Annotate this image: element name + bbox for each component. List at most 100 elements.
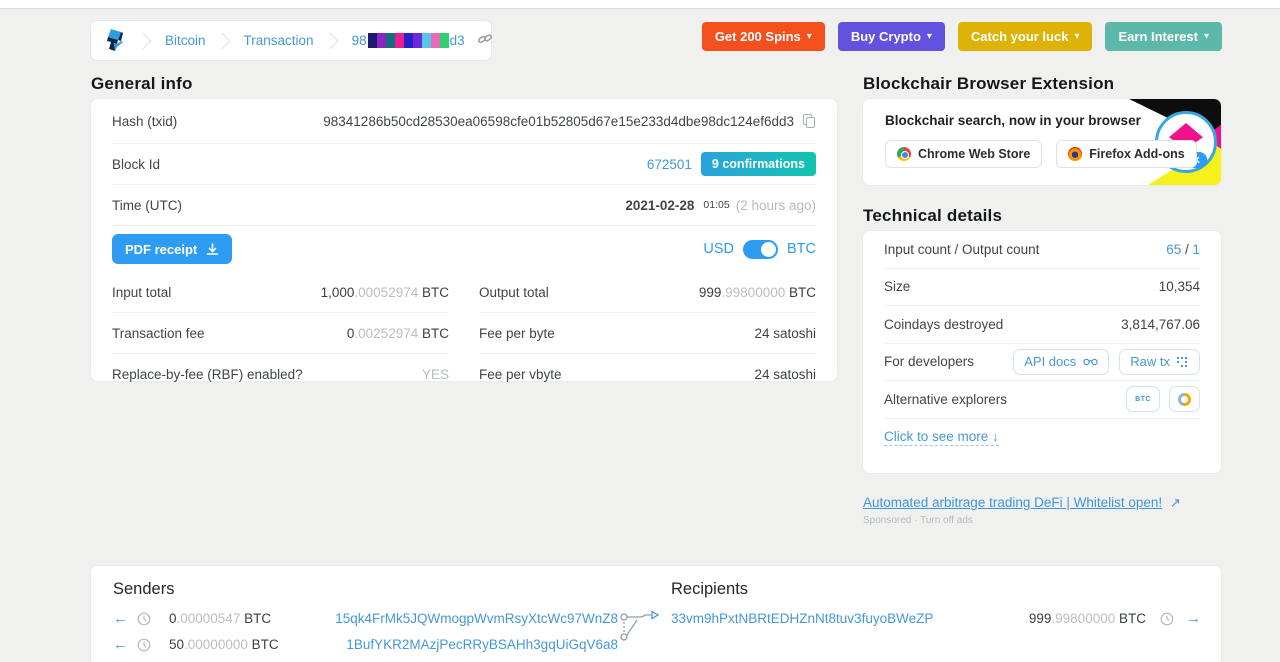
currency-btc-label: BTC <box>787 241 816 257</box>
output-total-value: 999.99800000 BTC <box>698 284 816 300</box>
general-info-left-column: Input total 1,000.00052974 BTC Transacti… <box>112 272 449 395</box>
dots-grid-icon <box>1177 356 1187 367</box>
download-icon <box>206 242 219 255</box>
time-ago: (2 hours ago) <box>735 197 816 213</box>
senders-title: Senders <box>113 580 175 598</box>
buy-crypto-button[interactable]: Buy Crypto ▾ <box>837 22 945 51</box>
clock-icon[interactable] <box>137 638 151 652</box>
caret-down-icon: ▾ <box>1203 31 1209 42</box>
transaction-graph-icon[interactable] <box>619 608 661 647</box>
currency-toggle[interactable] <box>743 239 778 259</box>
coindays-label: Coindays destroyed <box>884 316 1004 332</box>
caret-down-icon: ▾ <box>806 31 812 42</box>
transaction-fee-label: Transaction fee <box>112 325 205 341</box>
blockchain-explorer-button[interactable] <box>1169 386 1200 413</box>
general-info-title: General info <box>91 74 193 93</box>
recipients-title: Recipients <box>671 580 749 598</box>
input-total-label: Input total <box>112 284 172 300</box>
rbf-label: Replace-by-fee (RBF) enabled? <box>112 367 303 382</box>
buy-crypto-label: Buy Crypto <box>850 29 921 44</box>
sender-row: ← 50.00000000 BTC 1BufYKR2MAzjPecRRyBSAH… <box>113 636 618 653</box>
fee-per-vbyte-value: 24 satoshi <box>754 367 816 382</box>
input-total-value: 1,000.00052974 BTC <box>320 284 449 300</box>
raw-tx-label: Raw tx <box>1130 354 1170 370</box>
rbf-value: YES <box>421 367 449 382</box>
extension-card: 23,6k Blockchair search, now in your bro… <box>862 98 1222 186</box>
clock-icon[interactable] <box>137 612 151 626</box>
blockchair-logo[interactable] <box>105 28 127 54</box>
earn-interest-label: Earn Interest <box>1118 29 1198 44</box>
btc-explorer-icon: BTC <box>1135 395 1151 403</box>
extension-tagline: Blockchair search, now in your browser <box>885 113 1141 128</box>
pdf-receipt-label: PDF receipt <box>125 241 198 257</box>
currency-usd-label: USD <box>703 241 734 257</box>
chevron-separator-icon <box>213 32 231 49</box>
chrome-web-store-button[interactable]: Chrome Web Store <box>885 140 1043 168</box>
recipient-amount: 999.99800000 BTC <box>1028 611 1146 626</box>
block-id-link[interactable]: 672501 <box>647 157 692 172</box>
outgoing-arrow-icon[interactable]: → <box>1186 610 1201 627</box>
breadcrumb: Bitcoin Transaction 98 d3 <box>90 20 492 61</box>
blockchain-explorer-icon <box>1178 392 1191 406</box>
firefox-addons-button[interactable]: Firefox Add-ons <box>1056 140 1197 168</box>
time-date: 2021-02-28 <box>625 197 695 213</box>
sender-row: ← 0.00000547 BTC 15qk4FrMk5JQWmogpWvmRsy… <box>113 610 618 627</box>
time-clock: 01:05 <box>703 199 730 211</box>
size-label: Size <box>884 279 911 295</box>
clock-icon[interactable] <box>1160 612 1174 626</box>
copy-icon[interactable] <box>803 113 816 129</box>
technical-details-card: Input count / Output count 65 / 1 Size 1… <box>862 230 1222 474</box>
caret-down-icon: ▾ <box>926 31 932 42</box>
top-strip <box>0 0 1280 9</box>
output-total-label: Output total <box>479 284 549 300</box>
extension-title: Blockchair Browser Extension <box>863 74 1115 93</box>
input-count-link[interactable]: 65 <box>1166 242 1181 257</box>
get-spins-button[interactable]: Get 200 Spins ▾ <box>701 22 825 51</box>
caret-down-icon: ▾ <box>1074 31 1080 42</box>
incoming-arrow-icon[interactable]: ← <box>113 610 131 627</box>
blockchair-logo-icon <box>107 28 123 51</box>
fee-per-byte-label: Fee per byte <box>479 325 555 341</box>
sender-amount: 0.00000547 BTC <box>169 611 272 626</box>
incoming-arrow-icon[interactable]: ← <box>113 636 131 653</box>
api-docs-button[interactable]: API docs <box>1013 348 1110 375</box>
api-docs-label: API docs <box>1024 354 1077 370</box>
sender-address-link[interactable]: 1BufYKR2MAzjPecRRyBSAHh3gqUiGqV6a8 <box>346 637 618 652</box>
recipient-address-link[interactable]: 33vm9hPxtNBRtEDHZnNt8tuv3fuyoBWeZP <box>671 611 933 626</box>
earn-interest-button[interactable]: Earn Interest ▾ <box>1105 22 1222 51</box>
hash-value: 98341286b50cd28530ea06598cfe01b52805d67e… <box>323 113 794 129</box>
raw-tx-button[interactable]: Raw tx <box>1119 348 1200 375</box>
sender-address-link[interactable]: 15qk4FrMk5JQWmogpWvmRsyXtcWc97WnZ8 <box>335 611 618 626</box>
confirmations-badge: 9 confirmations <box>700 152 816 176</box>
chevron-separator-icon <box>134 32 152 49</box>
sponsored-label: Sponsored · <box>863 515 921 526</box>
breadcrumb-transaction[interactable]: Transaction <box>244 33 314 48</box>
chrome-web-store-label: Chrome Web Store <box>918 147 1031 161</box>
see-more-link[interactable]: Click to see more ↓ <box>884 429 999 446</box>
time-label: Time (UTC) <box>112 197 182 213</box>
catch-luck-button[interactable]: Catch your luck ▾ <box>957 22 1093 51</box>
btc-explorer-button[interactable]: BTC <box>1126 386 1160 413</box>
promo-buttons: Get 200 Spins ▾ Buy Crypto ▾ Catch your … <box>701 22 1222 51</box>
chevron-separator-icon <box>321 32 339 49</box>
turn-off-ads-link[interactable]: Turn off ads <box>920 515 973 526</box>
breadcrumb-hash[interactable]: 98 d3 <box>352 33 465 48</box>
sender-amount: 50.00000000 BTC <box>169 637 279 652</box>
pdf-receipt-button[interactable]: PDF receipt <box>112 234 233 264</box>
technical-details-title: Technical details <box>863 206 1003 225</box>
sponsored-link[interactable]: Automated arbitrage trading DeFi | White… <box>863 495 1162 510</box>
size-value: 10,354 <box>1158 279 1200 295</box>
io-count-label: Input count / Output count <box>884 241 1040 257</box>
block-id-label: Block Id <box>112 156 161 172</box>
catch-luck-label: Catch your luck <box>970 29 1069 44</box>
glasses-icon <box>1083 359 1098 366</box>
firefox-icon <box>1068 147 1083 161</box>
general-info-card: Hash (txid) 98341286b50cd28530ea06598cfe… <box>90 98 838 382</box>
hash-color-blocks <box>367 33 449 48</box>
fee-per-vbyte-label: Fee per vbyte <box>479 367 562 382</box>
breadcrumb-bitcoin[interactable]: Bitcoin <box>165 33 206 48</box>
sponsored-block: Automated arbitrage trading DeFi | White… <box>863 495 1223 526</box>
link-icon[interactable] <box>477 31 493 50</box>
output-count-link[interactable]: 1 <box>1192 242 1200 257</box>
for-developers-label: For developers <box>884 354 975 370</box>
